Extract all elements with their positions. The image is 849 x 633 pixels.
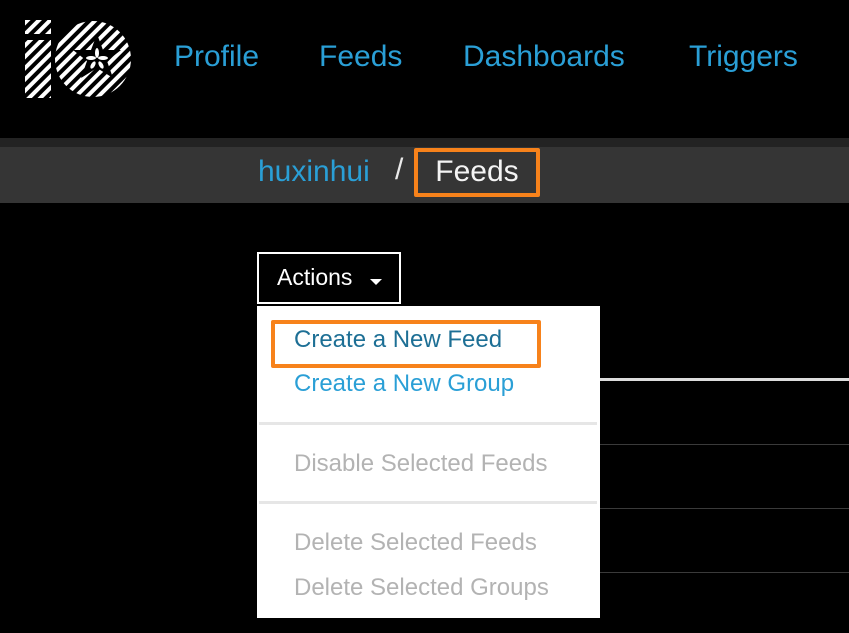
breadcrumb-current-highlighted: Feeds xyxy=(414,148,540,197)
menu-divider xyxy=(259,422,597,425)
actions-dropdown-menu: Create a New Feed Create a New Group Dis… xyxy=(257,306,600,618)
nav-dashboards[interactable]: Dashboards xyxy=(463,40,625,74)
nav-profile[interactable]: Profile xyxy=(174,40,259,74)
adafruit-io-logo-icon[interactable] xyxy=(25,20,133,98)
menu-item-delete-feeds: Delete Selected Feeds xyxy=(294,529,537,556)
menu-item-create-group[interactable]: Create a New Group xyxy=(294,370,514,398)
breadcrumb-separator: / xyxy=(395,153,404,186)
breadcrumb-user-link[interactable]: huxinhui xyxy=(258,155,370,189)
nav-divider-strip xyxy=(0,138,849,147)
table-row-divider xyxy=(600,444,849,445)
menu-divider xyxy=(259,501,597,504)
menu-item-disable-feeds: Disable Selected Feeds xyxy=(294,450,548,477)
nav-feeds[interactable]: Feeds xyxy=(319,40,402,74)
actions-dropdown-button[interactable]: Actions xyxy=(257,252,401,304)
nav-triggers[interactable]: Triggers xyxy=(689,40,798,74)
actions-label: Actions xyxy=(277,264,353,290)
menu-item-delete-groups: Delete Selected Groups xyxy=(294,574,549,601)
table-row-divider xyxy=(600,572,849,573)
caret-down-icon xyxy=(370,279,382,285)
table-header-divider xyxy=(600,378,849,381)
table-row-divider xyxy=(600,508,849,509)
breadcrumb: huxinhui / Feeds xyxy=(0,147,849,203)
top-navigation: Profile Feeds Dashboards Triggers xyxy=(0,0,849,138)
menu-item-create-feed[interactable]: Create a New Feed xyxy=(294,326,502,354)
